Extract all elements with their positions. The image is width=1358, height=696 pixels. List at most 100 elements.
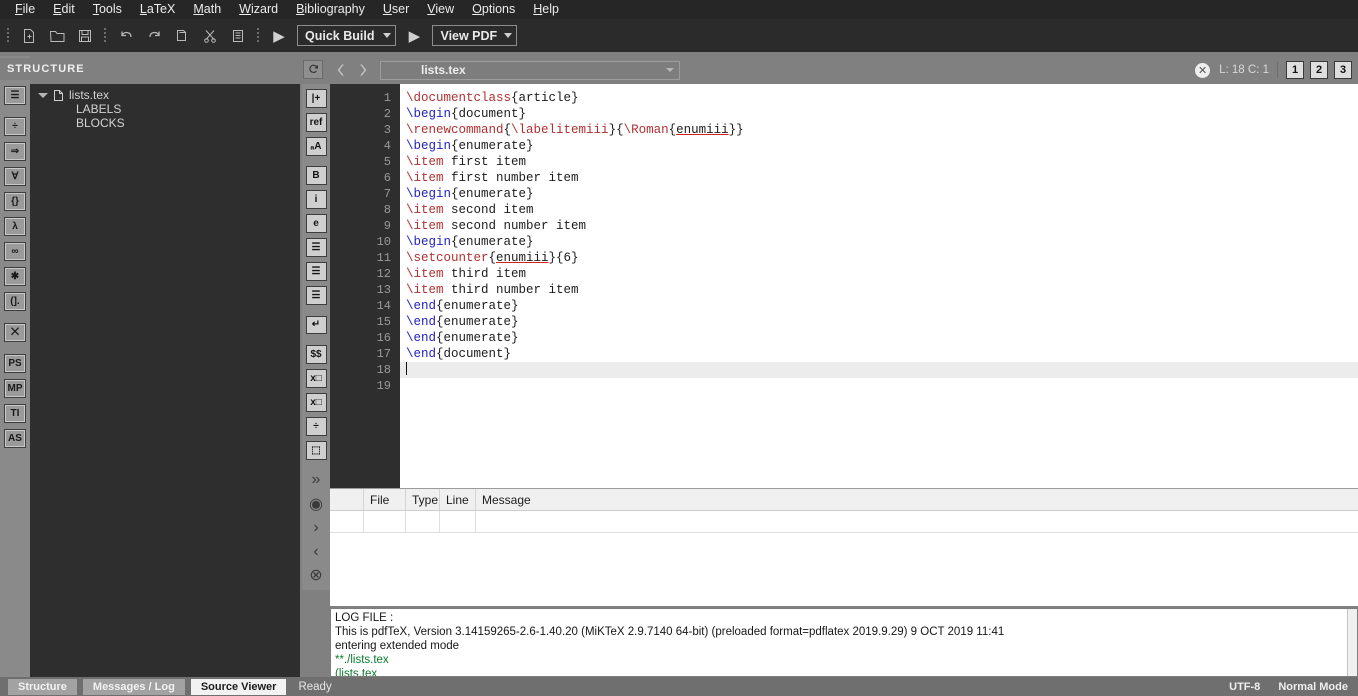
code-line[interactable]: \item second number item — [400, 218, 1358, 234]
view-button-1[interactable]: 1 — [1286, 61, 1304, 79]
asterisk-icon[interactable]: ✱ — [4, 267, 26, 286]
undo-icon[interactable] — [113, 23, 139, 48]
emphasis-icon[interactable]: e — [305, 214, 327, 234]
brackets-dot-icon[interactable]: (]. — [4, 292, 26, 311]
code-line[interactable]: \item third item — [400, 266, 1358, 282]
code-line[interactable]: \end{enumerate} — [400, 314, 1358, 330]
copy-icon[interactable] — [169, 23, 195, 48]
cancel-circle-icon[interactable]: ⊗ — [306, 566, 327, 585]
code-editor[interactable]: 1 2 3 4 5 6 7 8 9 10 11 12 13 14 15 16 17 18 19 \documentc… — [330, 84, 1358, 488]
dagger-x-icon[interactable]: ⨉ — [4, 323, 26, 342]
forall-icon[interactable]: ∀ — [4, 167, 26, 186]
preview-eye-icon[interactable]: ◉ — [306, 494, 327, 513]
code-line[interactable]: \setcounter{enumiii}{6} — [400, 250, 1358, 266]
code-line[interactable]: \end{enumerate} — [400, 298, 1358, 314]
menu-item-tools[interactable]: Tools — [84, 0, 131, 19]
binom-icon[interactable]: ⬚ — [305, 440, 327, 460]
align-center-icon[interactable]: ☰ — [305, 261, 327, 281]
code-line[interactable]: \begin{document} — [400, 106, 1358, 122]
code-line[interactable]: \documentclass{article} — [400, 90, 1358, 106]
ref-icon[interactable]: ref — [305, 112, 327, 132]
implies-arrow-icon[interactable]: ⇒ — [4, 142, 26, 161]
quick-build-select[interactable]: Quick Build — [297, 25, 397, 46]
ti-icon[interactable]: TI — [4, 404, 26, 423]
refresh-icon[interactable] — [303, 60, 323, 79]
close-icon[interactable]: ✕ — [1195, 62, 1211, 78]
code-line[interactable]: \item second item — [400, 202, 1358, 218]
code-lines[interactable]: \documentclass{article} \begin{document} \… — [400, 84, 1358, 488]
code-line[interactable]: \item third number item — [400, 282, 1358, 298]
code-line[interactable] — [400, 362, 1358, 378]
menu-item-latex[interactable]: LaTeX — [131, 0, 184, 19]
code-line[interactable]: \begin{enumerate} — [400, 186, 1358, 202]
code-line[interactable]: \item first item — [400, 154, 1358, 170]
ps-icon[interactable]: PS — [4, 354, 26, 373]
toolbar-grip-3[interactable] — [255, 26, 262, 46]
log-output[interactable]: LOG FILE : This is pdfTeX, Version 3.1415… — [330, 608, 1358, 677]
redo-icon[interactable] — [141, 23, 167, 48]
infinity-icon[interactable]: ∞ — [4, 242, 26, 261]
tree-item-root[interactable]: lists.tex — [30, 88, 300, 102]
bold-icon[interactable]: B — [305, 166, 327, 186]
newline-icon[interactable]: ↵ — [305, 315, 327, 335]
paste-icon[interactable] — [225, 23, 251, 48]
menu-item-wizard[interactable]: Wizard — [230, 0, 287, 19]
column-header-type[interactable]: Type — [406, 489, 440, 510]
toolbar-grip-2[interactable] — [102, 26, 109, 46]
menu-item-options[interactable]: Options — [463, 0, 524, 19]
status-tab-source-viewer[interactable]: Source Viewer — [190, 678, 287, 695]
fraction-icon[interactable]: ÷ — [305, 416, 327, 436]
new-file-icon[interactable] — [16, 23, 42, 48]
code-line[interactable]: \begin{enumerate} — [400, 234, 1358, 250]
align-right-icon[interactable]: ☰ — [305, 285, 327, 305]
tree-item-labels[interactable]: LABELS — [30, 102, 300, 116]
column-header-blank[interactable] — [330, 489, 364, 510]
math-mode-icon[interactable]: $$ — [305, 345, 327, 365]
chevron-left-icon[interactable] — [330, 59, 352, 81]
lambda-icon[interactable]: λ — [4, 217, 26, 236]
view-pdf-select[interactable]: View PDF — [432, 25, 518, 46]
column-header-file[interactable]: File — [364, 489, 406, 510]
menu-item-help[interactable]: Help — [524, 0, 568, 19]
open-file-select[interactable]: lists.tex — [380, 60, 680, 80]
menu-item-math[interactable]: Math — [184, 0, 230, 19]
menu-item-file[interactable]: File — [6, 0, 44, 19]
insert-label-icon[interactable]: |+ — [305, 89, 327, 108]
column-header-line[interactable]: Line — [440, 489, 476, 510]
mp-icon[interactable]: MP — [4, 379, 26, 398]
cut-icon[interactable] — [197, 23, 223, 48]
chevron-down-icon[interactable] — [38, 92, 48, 98]
save-icon[interactable] — [72, 23, 98, 48]
menu-item-view[interactable]: View — [418, 0, 463, 19]
code-line[interactable] — [400, 378, 1358, 394]
font-size-icon[interactable]: ₐA — [305, 136, 327, 156]
code-line[interactable]: \begin{enumerate} — [400, 138, 1358, 154]
toolbar-grip[interactable] — [5, 26, 12, 46]
align-left-icon[interactable]: ☰ — [305, 238, 327, 257]
build-run-button[interactable]: ▶ — [266, 23, 292, 48]
open-folder-icon[interactable] — [44, 23, 70, 48]
braces-icon[interactable]: {} — [4, 192, 26, 211]
menu-item-edit[interactable]: Edit — [44, 0, 84, 19]
menu-item-bibliography[interactable]: Bibliography — [287, 0, 374, 19]
menu-item-user[interactable]: User — [374, 0, 418, 19]
more-chevrons-icon[interactable]: » — [306, 470, 327, 489]
list-icon[interactable]: ☰ — [4, 86, 26, 105]
view-button-3[interactable]: 3 — [1334, 61, 1352, 79]
as-icon[interactable]: AS — [4, 429, 26, 448]
back-chevron-icon[interactable]: ‹ — [306, 542, 327, 561]
code-line[interactable]: \item first number item — [400, 170, 1358, 186]
code-line[interactable]: \renewcommand{\labelitemiii}{\Roman{enum… — [400, 122, 1358, 138]
table-row[interactable] — [330, 511, 1358, 533]
code-line[interactable]: \end{document} — [400, 346, 1358, 362]
view-button-2[interactable]: 2 — [1310, 61, 1328, 79]
code-line[interactable]: \end{enumerate} — [400, 330, 1358, 346]
status-tab-messages-log[interactable]: Messages / Log — [82, 678, 185, 695]
log-scrollbar[interactable] — [1347, 609, 1357, 676]
column-header-message[interactable]: Message — [476, 489, 1358, 510]
forward-chevron-icon[interactable]: › — [306, 518, 327, 537]
division-icon[interactable]: ÷ — [4, 117, 26, 136]
status-encoding[interactable]: UTF-8 — [1229, 681, 1260, 693]
view-run-button[interactable]: ▶ — [401, 23, 427, 48]
status-tab-structure[interactable]: Structure — [8, 678, 77, 695]
